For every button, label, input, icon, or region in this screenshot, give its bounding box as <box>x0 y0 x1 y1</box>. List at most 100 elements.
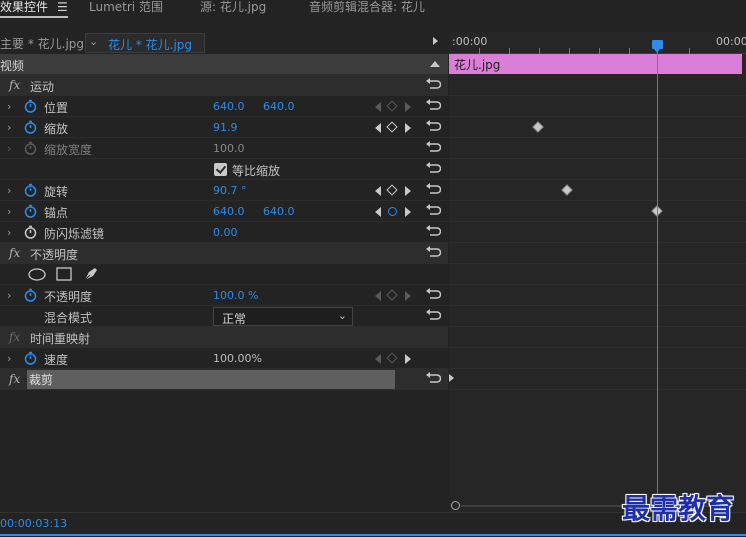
chevron-right-icon[interactable]: › <box>7 121 11 134</box>
collapse-up-icon[interactable] <box>430 60 440 68</box>
clip-in-handle[interactable] <box>449 374 454 382</box>
add-keyframe-icon[interactable] <box>386 184 398 196</box>
time-ruler[interactable]: :00:00 00:00 <box>449 32 746 54</box>
reset-icon[interactable] <box>426 204 441 217</box>
blend-mode-row: 混合模式 正常 ⌄ <box>0 306 448 327</box>
chevron-right-icon[interactable]: › <box>7 184 11 197</box>
tab-lumetri-scopes[interactable]: Lumetri 范围 <box>89 0 163 17</box>
reset-icon[interactable] <box>426 225 441 238</box>
stopwatch-icon[interactable] <box>24 351 37 365</box>
ellipse-mask-icon[interactable] <box>28 268 46 281</box>
add-keyframe-icon[interactable] <box>386 121 398 133</box>
fx-icon[interactable]: fx <box>9 78 20 92</box>
add-keyframe-icon[interactable] <box>386 100 398 112</box>
prev-keyframe-icon[interactable] <box>375 102 381 112</box>
keyframe-at-playhead-icon[interactable] <box>388 207 397 216</box>
anti-flicker-value[interactable]: 0.00 <box>213 226 238 239</box>
timeline-row <box>449 369 746 390</box>
source-bar: 主要 * 花儿.jpg ⌄ 花儿 * 花儿.jpg <box>0 32 448 53</box>
fx-icon[interactable]: fx <box>9 246 20 260</box>
master-clip-label[interactable]: 主要 * 花儿.jpg <box>0 35 84 52</box>
uniform-scale-checkbox[interactable] <box>214 163 227 176</box>
tab-audio-clip-mixer[interactable]: 音频剪辑混合器: 花儿 <box>309 0 425 17</box>
scroll-handle[interactable] <box>451 501 460 510</box>
watermark-logo: 最需教育 <box>622 492 735 525</box>
pen-mask-icon[interactable] <box>83 266 99 282</box>
stopwatch-icon[interactable] <box>24 225 37 239</box>
chevron-right-icon[interactable]: › <box>7 352 11 365</box>
anchor-point-label: 锚点 <box>44 206 69 220</box>
next-keyframe-icon[interactable] <box>405 123 411 133</box>
reset-icon[interactable] <box>426 162 441 175</box>
ruler-start-time: :00:00 <box>452 35 488 48</box>
stopwatch-icon[interactable] <box>24 120 37 134</box>
keyframe-marker[interactable] <box>561 184 573 196</box>
current-timecode[interactable]: 00:00:03:13 <box>0 517 67 530</box>
scale-value[interactable]: 91.9 <box>213 121 238 134</box>
rotation-value[interactable]: 90.7 ° <box>213 184 247 197</box>
reset-icon[interactable] <box>426 141 441 154</box>
prev-keyframe-icon[interactable] <box>375 207 381 217</box>
chevron-right-icon[interactable]: › <box>7 226 11 239</box>
time-remap-effect-row[interactable]: fx 时间重映射 <box>0 327 448 348</box>
reset-icon[interactable] <box>426 183 441 196</box>
next-keyframe-icon[interactable] <box>405 102 411 112</box>
reset-icon[interactable] <box>426 246 441 259</box>
chevron-right-icon[interactable]: › <box>7 289 11 302</box>
uniform-scale-row: 等比缩放 <box>0 159 448 180</box>
next-keyframe-icon[interactable] <box>405 354 411 364</box>
clip-bar[interactable]: 花儿.jpg <box>449 54 742 74</box>
add-keyframe-icon[interactable] <box>386 352 398 364</box>
prev-keyframe-icon[interactable] <box>375 291 381 301</box>
crop-effect-row[interactable]: fx 裁剪 <box>0 369 448 390</box>
prev-keyframe-icon[interactable] <box>375 186 381 196</box>
next-keyframe-icon[interactable] <box>405 207 411 217</box>
rotation-label: 旋转 <box>44 185 69 199</box>
stopwatch-icon[interactable] <box>24 288 37 302</box>
panel-menu-icon[interactable]: ☰ <box>57 0 68 14</box>
chevron-right-icon[interactable]: › <box>7 100 11 113</box>
stopwatch-icon[interactable] <box>24 183 37 197</box>
ruler-end-time: 00:00 <box>716 35 746 48</box>
rectangle-mask-icon[interactable] <box>56 267 72 281</box>
reset-icon[interactable] <box>426 288 441 301</box>
timeline-row <box>449 138 746 159</box>
reset-icon[interactable] <box>426 78 441 91</box>
position-x-value[interactable]: 640.0 <box>213 100 245 113</box>
sequence-clip-name: 花儿 * 花儿.jpg <box>108 38 193 52</box>
stopwatch-icon[interactable] <box>24 204 37 218</box>
motion-effect-row[interactable]: fx 运动 <box>0 75 448 96</box>
speed-value[interactable]: 100.00% <box>213 352 262 365</box>
tab-source[interactable]: 源: 花儿.jpg <box>200 0 266 17</box>
stopwatch-icon[interactable] <box>24 99 37 113</box>
sequence-clip-selector[interactable]: ⌄ 花儿 * 花儿.jpg <box>85 33 205 53</box>
reset-icon[interactable] <box>426 99 441 112</box>
chevron-right-icon[interactable]: › <box>7 205 11 218</box>
reset-icon[interactable] <box>426 372 441 385</box>
prev-keyframe-icon[interactable] <box>375 123 381 133</box>
opacity-value[interactable]: 100.0 % <box>213 289 258 302</box>
position-y-value[interactable]: 640.0 <box>263 100 295 113</box>
reset-icon[interactable] <box>426 309 441 322</box>
playhead-handle[interactable] <box>652 40 663 53</box>
crop-effect-bar[interactable]: 裁剪 <box>27 370 395 389</box>
tab-effect-controls[interactable]: 效果控件 <box>0 0 48 17</box>
blend-mode-dropdown[interactable]: 正常 ⌄ <box>213 307 353 326</box>
opacity-effect-row[interactable]: fx 不透明度 <box>0 243 448 264</box>
scale-label: 缩放 <box>44 122 69 136</box>
fx-icon[interactable]: fx <box>9 372 20 386</box>
anchor-x-value[interactable]: 640.0 <box>213 205 245 218</box>
next-keyframe-icon[interactable] <box>405 291 411 301</box>
keyframe-marker[interactable] <box>532 121 544 133</box>
blend-mode-value: 正常 <box>222 312 247 326</box>
anti-flicker-row: › 防闪烁滤镜 0.00 <box>0 222 448 243</box>
blend-mode-label: 混合模式 <box>44 311 93 325</box>
play-only-clip-icon[interactable] <box>433 37 438 45</box>
anchor-y-value[interactable]: 640.0 <box>263 205 295 218</box>
reset-icon[interactable] <box>426 120 441 133</box>
prev-keyframe-icon[interactable] <box>375 354 381 364</box>
timeline-row <box>449 285 746 306</box>
mask-tools-row <box>0 264 448 285</box>
next-keyframe-icon[interactable] <box>405 186 411 196</box>
add-keyframe-icon[interactable] <box>386 289 398 301</box>
